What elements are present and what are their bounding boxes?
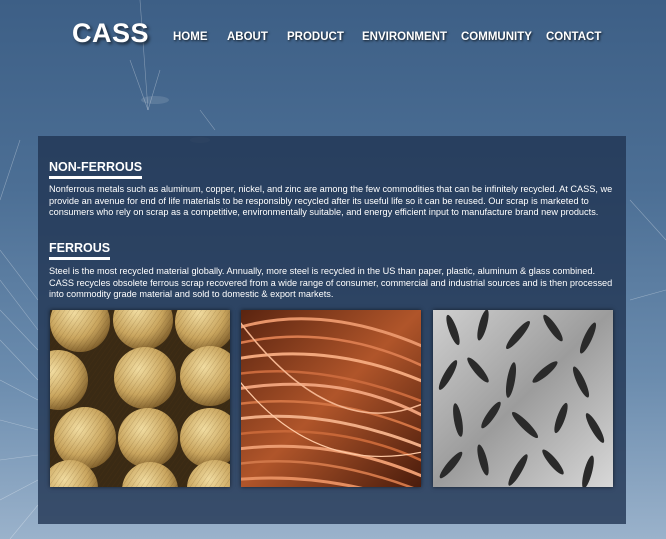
brass-rods-photo xyxy=(50,310,230,487)
nav-product[interactable]: PRODUCT xyxy=(287,31,344,43)
ferrous-heading: FERROUS xyxy=(49,241,111,260)
copper-wire-photo xyxy=(241,310,421,487)
steel-scrap-photo xyxy=(433,310,613,487)
nav-about[interactable]: ABOUT xyxy=(227,31,268,43)
ferrous-text: Steel is the most recycled material glob… xyxy=(49,266,613,299)
nav-contact[interactable]: CONTACT xyxy=(546,31,601,43)
nav-environment[interactable]: ENVIRONMENT xyxy=(362,31,447,43)
cass-logo[interactable]: CASS xyxy=(72,18,149,49)
nav-community[interactable]: COMMUNITY xyxy=(461,31,532,43)
nav-home[interactable]: HOME xyxy=(173,31,208,43)
nonferrous-heading: NON-FERROUS xyxy=(49,160,143,179)
content-panel: NON-FERROUS Nonferrous metals such as al… xyxy=(38,136,626,524)
nonferrous-text: Nonferrous metals such as aluminum, copp… xyxy=(49,184,613,217)
